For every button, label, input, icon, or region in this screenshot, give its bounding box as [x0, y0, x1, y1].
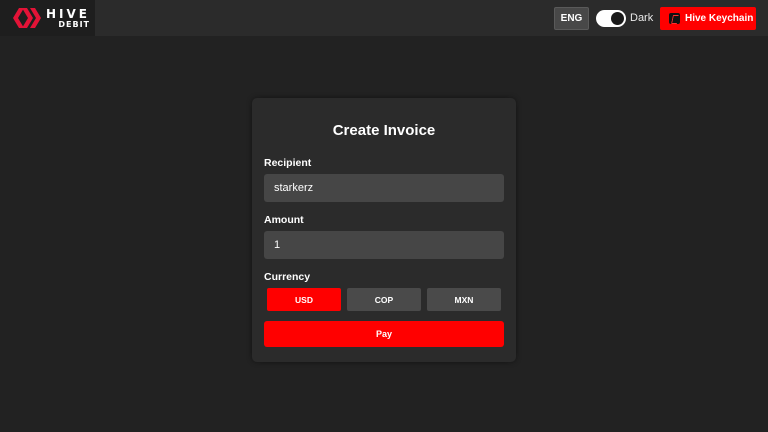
currency-cop-button[interactable]: COP: [347, 288, 421, 311]
hive-logo-icon: [13, 8, 41, 28]
hive-debit-logo[interactable]: HIVE DEBIT: [0, 0, 95, 36]
top-bar: HIVE DEBIT ENG Dark Hive Keychain: [0, 0, 768, 36]
theme-label: Dark: [630, 12, 654, 24]
language-button[interactable]: ENG: [554, 7, 589, 30]
recipient-label: Recipient: [264, 157, 312, 169]
card-title: Create Invoice: [332, 122, 436, 139]
currency-mxn-button[interactable]: MXN: [427, 288, 501, 311]
amount-input[interactable]: [264, 231, 504, 259]
currency-label: Currency: [264, 271, 311, 283]
amount-label: Amount: [264, 214, 304, 226]
currency-usd-button[interactable]: USD: [267, 288, 341, 311]
theme-toggle[interactable]: [596, 10, 626, 27]
keychain-icon: [669, 13, 680, 24]
create-invoice-card: Create Invoice Recipient Amount Currency…: [252, 98, 516, 362]
logo-subword: DEBIT: [58, 19, 90, 29]
pay-button[interactable]: Pay: [264, 321, 504, 347]
logo-word: HIVE: [46, 6, 90, 21]
toggle-knob: [611, 12, 624, 25]
keychain-label: Hive Keychain: [685, 13, 754, 24]
recipient-input[interactable]: [264, 174, 504, 202]
hive-keychain-button[interactable]: Hive Keychain: [660, 7, 756, 30]
logo-wordmark: HIVE DEBIT: [46, 8, 90, 29]
